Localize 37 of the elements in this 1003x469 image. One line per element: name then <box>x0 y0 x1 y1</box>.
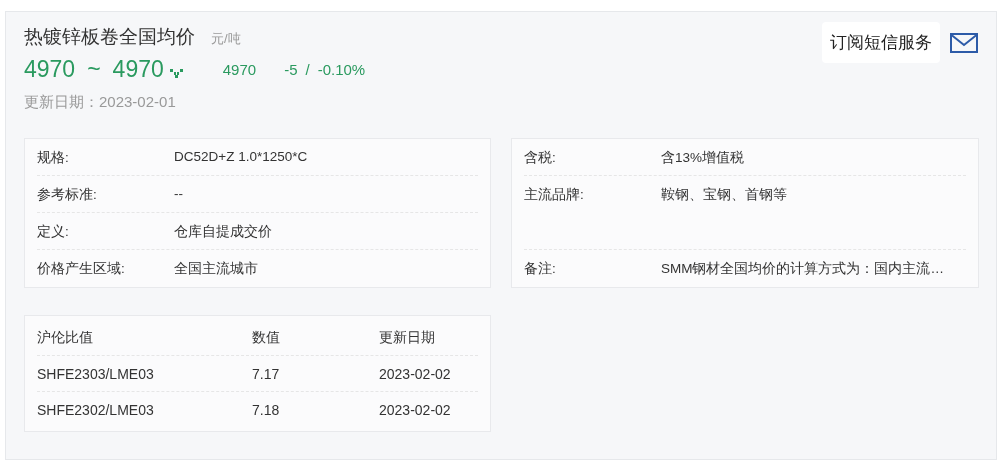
price-change: -5 <box>284 61 298 78</box>
price-high: 4970 <box>112 56 164 83</box>
spec-label: 含税: <box>524 149 557 167</box>
date-label: 更新日期： <box>24 93 99 112</box>
average-price: 4970 <box>222 61 257 78</box>
spec-label: 规格: <box>37 149 70 167</box>
spec-value: 仓库自提成交价 <box>174 223 272 241</box>
change-separator: / <box>305 61 310 78</box>
table-cell-text: SHFE2303/LME03 <box>37 365 155 382</box>
change-percent: -0.10% <box>317 61 366 78</box>
table-cell-text: SHFE2302/LME03 <box>37 401 155 418</box>
product-title: 热镀锌板卷全国均价 <box>24 25 195 49</box>
spec-label: 定义: <box>37 223 70 241</box>
spec-label: 主流品牌: <box>524 186 585 204</box>
table-cell-text: 7.17 <box>252 365 281 382</box>
table-cell-text: 2023-02-02 <box>379 365 452 382</box>
update-date: 2023-02-01 <box>99 93 176 112</box>
spec-value: 含13%增值税 <box>661 149 745 167</box>
sms-subscribe-button[interactable]: 订阅短信服务 <box>822 22 940 63</box>
trend-icon <box>169 69 183 78</box>
spec-label: 价格产生区域: <box>37 260 126 278</box>
spec-value: SMM钢材全国均价的计算方式为：国内主流… <box>661 260 944 278</box>
column-header: 沪伦比值 <box>37 328 94 347</box>
table-cell-text: 7.18 <box>252 401 281 418</box>
column-header: 数值 <box>252 328 281 347</box>
range-separator: ~ <box>87 56 101 83</box>
table-cell-text: 2023-02-02 <box>379 401 452 418</box>
price-low: 4970 <box>24 56 76 83</box>
mail-icon[interactable] <box>950 32 978 53</box>
spec-label: 备注: <box>524 260 557 278</box>
spec-value: DC52D+Z 1.0*1250*C <box>174 149 308 166</box>
spec-value: -- <box>174 186 183 203</box>
spec-value: 鞍钢、宝钢、首钢等 <box>661 186 787 204</box>
unit-label: 元/吨 <box>211 30 241 48</box>
spec-label: 参考标准: <box>37 186 98 204</box>
spec-value: 全国主流城市 <box>174 260 258 278</box>
column-header: 更新日期 <box>379 328 436 347</box>
